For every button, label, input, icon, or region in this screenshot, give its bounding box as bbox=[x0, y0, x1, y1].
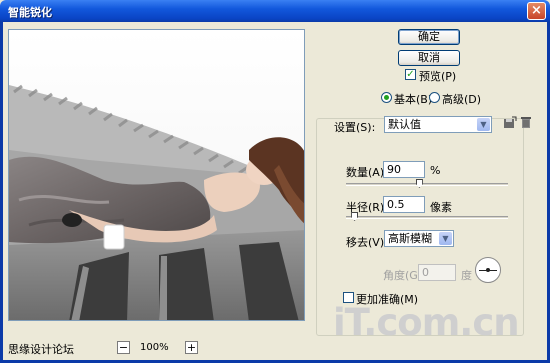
zoom-out-button[interactable]: − bbox=[117, 341, 130, 354]
preview-checkbox[interactable]: ✓ bbox=[405, 69, 416, 80]
amount-label: 数量(A): bbox=[346, 166, 388, 179]
chevron-down-icon: ▼ bbox=[439, 232, 452, 245]
radius-slider-track[interactable] bbox=[346, 216, 508, 219]
amount-slider-track[interactable] bbox=[346, 183, 508, 186]
ok-button[interactable]: 确定 bbox=[398, 29, 460, 45]
radius-unit: 像素 bbox=[430, 201, 452, 214]
settings-label: 设置(S): bbox=[334, 121, 376, 134]
settings-select[interactable]: 默认值 ▼ bbox=[384, 116, 492, 133]
preview-label: 预览(P) bbox=[419, 70, 457, 83]
cancel-button[interactable]: 取消 bbox=[398, 50, 460, 66]
amount-input[interactable]: 90 bbox=[383, 161, 425, 178]
amount-unit: % bbox=[430, 164, 441, 177]
chevron-down-icon: ▼ bbox=[477, 118, 490, 131]
title-bar: 智能锐化 × bbox=[0, 0, 550, 22]
photo-woman-lying-on-concrete bbox=[9, 30, 304, 320]
basic-radio[interactable] bbox=[381, 92, 392, 103]
remove-value: 高斯模糊 bbox=[388, 232, 432, 245]
trash-icon[interactable] bbox=[519, 115, 533, 129]
forum-watermark: 思缘设计论坛 bbox=[8, 343, 74, 356]
itcom-logo-watermark: iT.com.cn bbox=[333, 301, 520, 344]
angle-dial bbox=[475, 257, 501, 283]
basic-label: 基本(B) bbox=[394, 93, 433, 106]
radius-input[interactable]: 0.5 bbox=[383, 196, 425, 213]
angle-unit: 度 bbox=[461, 269, 472, 282]
close-button[interactable]: × bbox=[527, 2, 546, 20]
remove-label: 移去(V): bbox=[346, 236, 388, 249]
advanced-radio[interactable] bbox=[429, 92, 440, 103]
preview-image[interactable] bbox=[8, 29, 305, 321]
settings-value: 默认值 bbox=[388, 118, 421, 131]
zoom-in-button[interactable]: + bbox=[185, 341, 198, 354]
angle-input: 0 bbox=[418, 264, 456, 281]
remove-select[interactable]: 高斯模糊 ▼ bbox=[384, 230, 454, 247]
zoom-level: 100% bbox=[140, 342, 169, 353]
save-icon[interactable] bbox=[503, 116, 517, 130]
window-title: 智能锐化 bbox=[8, 6, 52, 19]
advanced-label: 高级(D) bbox=[442, 93, 482, 106]
